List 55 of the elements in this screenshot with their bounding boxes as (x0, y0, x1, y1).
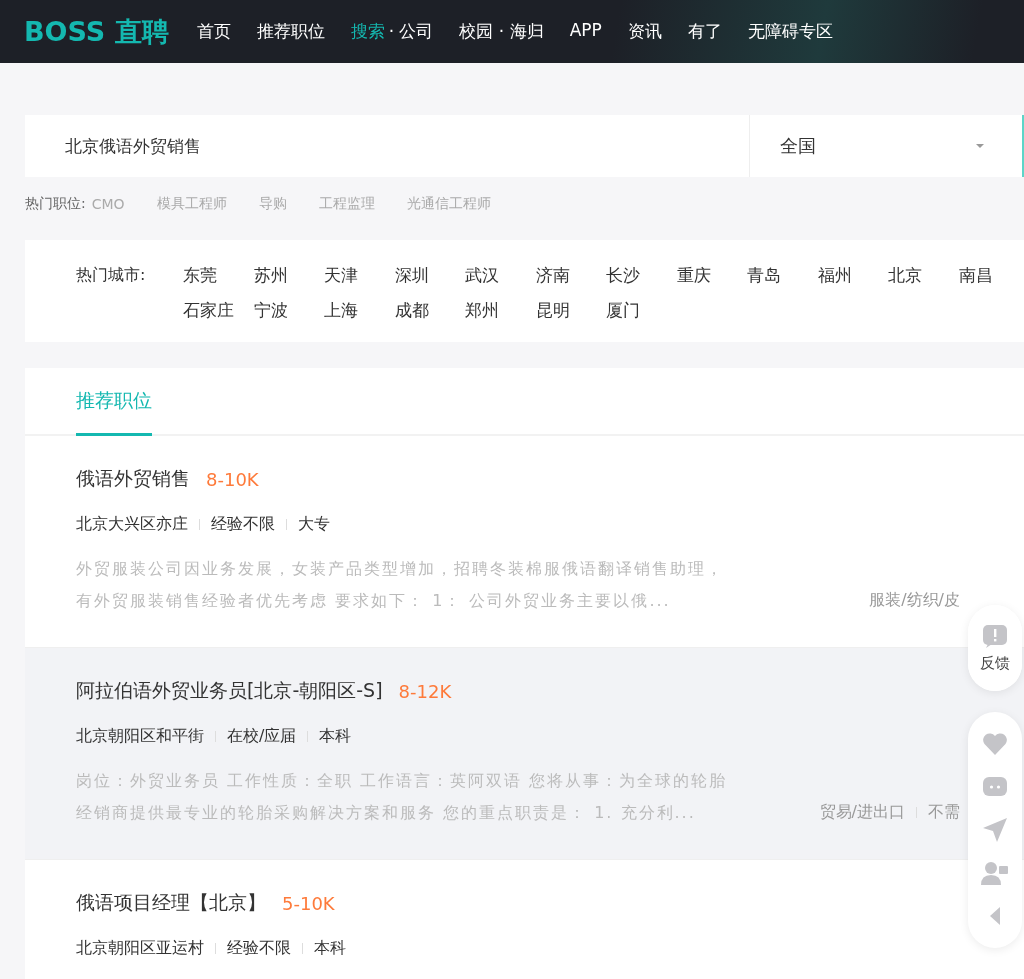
city-link[interactable]: 天津 (324, 258, 395, 293)
city-link[interactable]: 南昌 (958, 258, 1024, 293)
caret-icon (976, 144, 984, 148)
city-dropdown[interactable]: 全国 (749, 115, 1024, 177)
industry-tag: 服装/纺织/皮 (869, 590, 960, 611)
nav-link[interactable]: 校园 · 海归 (459, 20, 544, 43)
job-meta-text: 经验不限 (227, 938, 291, 959)
city-link[interactable]: 成都 (394, 293, 465, 328)
hot-jobs-label: 热门职位: (25, 195, 86, 213)
job-description: 外贸服装公司因业务发展，女装产品类型增加，招聘冬装棉服俄语翻译销售助理，有外贸服装销售经验者优先考虑 要求如下： 1： 公司外贸业务主要以俄... (76, 558, 725, 612)
nav-link[interactable]: 首页 (196, 20, 231, 43)
city-link[interactable]: 北京 (888, 258, 959, 293)
nav-link[interactable]: 资讯 (627, 20, 662, 43)
job-title[interactable]: 俄语外贸销售 (76, 466, 190, 492)
job-meta-text: 北京朝阳区亚运村 (76, 938, 204, 959)
hot-cities-label: 热门城市: (76, 264, 147, 286)
job-meta-text: 北京朝阳区和平街 (76, 726, 204, 747)
city-link[interactable]: 福州 (817, 258, 888, 293)
city-link[interactable]: 东莞 (183, 258, 254, 293)
city-link[interactable]: 宁波 (253, 293, 324, 328)
city-link[interactable]: 昆明 (535, 293, 606, 328)
nav-link[interactable]: APP (569, 20, 602, 43)
nav-link[interactable]: 有了 (687, 20, 722, 43)
city-link[interactable]: 郑州 (465, 293, 536, 328)
city-link[interactable]: 上海 (324, 293, 395, 328)
nav-link[interactable]: 无障碍专区 (747, 20, 833, 43)
salary: 8-12K (398, 680, 452, 702)
job-title[interactable]: 俄语项目经理【北京】 (76, 890, 266, 916)
job-meta-text: 本科 (314, 938, 346, 959)
job-meta-text: 大专 (298, 514, 330, 535)
city-link[interactable]: 石家庄 (183, 293, 254, 328)
city-link[interactable]: 长沙 (606, 258, 677, 293)
nav-link[interactable]: · 公司 (388, 20, 434, 43)
industry-tag: 不需 (928, 802, 960, 823)
city-link[interactable]: 深圳 (394, 258, 465, 293)
job-title[interactable]: 阿拉伯语外贸业务员[北京-朝阳区-S] (76, 678, 383, 704)
salary: 5-10K (282, 892, 335, 914)
alert-icon (982, 623, 1008, 648)
logo[interactable]: BOSS 直聘 (24, 13, 169, 50)
job-meta-text: 经验不限 (211, 514, 275, 535)
city-link[interactable]: 苏州 (253, 258, 324, 293)
job-meta-text: 本科 (319, 726, 352, 747)
industry-tag: 贸易/进出口 (819, 802, 905, 823)
city-link[interactable]: 武汉 (465, 258, 536, 293)
city-link[interactable]: 重庆 (676, 258, 747, 293)
nav-link[interactable]: 推荐职位 (256, 20, 325, 43)
city-link[interactable]: 厦门 (606, 293, 677, 328)
job-meta-text: 在校/应届 (227, 726, 297, 747)
job-meta-text: 北京大兴区亦庄 (76, 514, 188, 535)
city-link[interactable]: 济南 (535, 258, 606, 293)
salary: 8-10K (206, 468, 259, 490)
job-description: 岗位：外贸业务员 工作性质：全职 工作语言：英阿双语 您将从事：为全球的轮胎经销商提供最专业的轮胎采购解决方案和服务 您的重点职责是： 1. 充分利... (76, 770, 729, 824)
search-field[interactable]: 北京俄语外贸销售 (25, 115, 749, 177)
city-link[interactable]: 青岛 (747, 258, 818, 293)
nav-link[interactable]: 搜索 (350, 20, 385, 43)
